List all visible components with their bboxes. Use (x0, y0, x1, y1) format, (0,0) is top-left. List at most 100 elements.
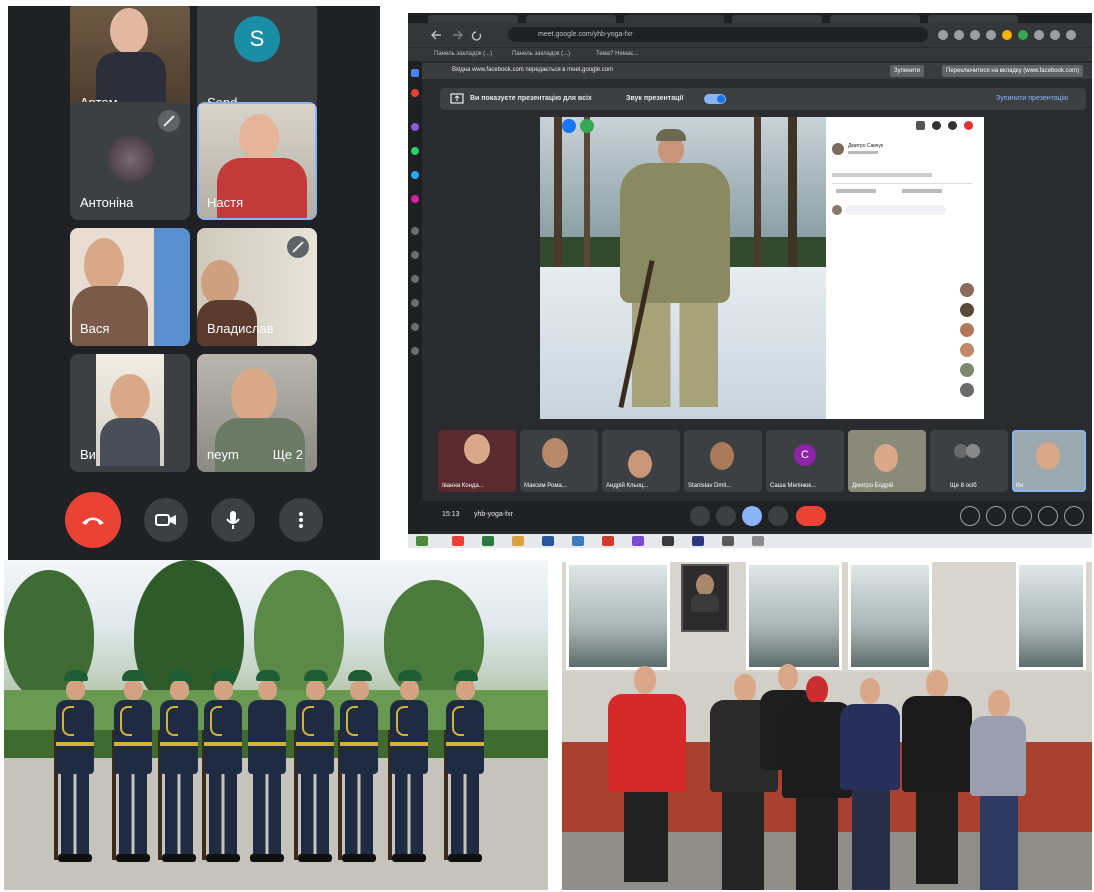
browser-tab[interactable] (624, 15, 724, 23)
taskbar-app-icon[interactable] (752, 536, 764, 546)
camera-button[interactable] (716, 506, 736, 526)
participant-thumbnail[interactable]: С Саша Мелінюк... (766, 430, 844, 492)
participant-body (72, 286, 148, 346)
portrait-face (696, 574, 714, 596)
more-participants-label[interactable]: Ще 2 (273, 447, 303, 462)
chat-icon[interactable] (1012, 506, 1032, 526)
present-button[interactable] (742, 506, 762, 526)
end-call-button[interactable] (65, 492, 121, 548)
taskbar-app-icon[interactable] (452, 536, 464, 546)
avatar (960, 363, 974, 377)
participant-name: Stanislav Dmit... (688, 483, 732, 489)
browser-tab[interactable] (428, 15, 518, 23)
post-reactions[interactable] (832, 173, 932, 177)
more-options-button[interactable] (768, 506, 788, 526)
participant-face (874, 444, 898, 472)
bookmark[interactable]: Панель закладок (...) (512, 51, 570, 57)
participant-thumbnail[interactable]: Максим Рома... (520, 430, 598, 492)
present-screen-icon (450, 93, 464, 104)
browser-tab[interactable] (928, 15, 1018, 23)
host-controls-icon[interactable] (1064, 506, 1084, 526)
participant-tile[interactable]: Вася (70, 228, 190, 346)
school-window (566, 562, 670, 670)
nav-arrows-icon[interactable] (430, 29, 490, 41)
taskbar-app-icon[interactable] (512, 536, 524, 546)
bookmark[interactable]: Тема? Немає... (596, 51, 638, 57)
url-field[interactable]: meet.google.com/yhb-yoga-fxr (508, 27, 928, 42)
desktop-meet-panel: meet.google.com/yhb-yoga-fxr Панель закл… (408, 13, 1092, 548)
participant-tile[interactable]: neym Ще 2 (197, 354, 317, 472)
participant-name: Антоніна (80, 195, 134, 210)
comment-button[interactable] (902, 189, 942, 193)
comment-input[interactable] (846, 205, 946, 215)
browser-toolbar-icons[interactable] (938, 30, 1078, 40)
like-button[interactable] (836, 189, 876, 193)
sidebar-app-icon[interactable] (411, 347, 419, 355)
browser-tab[interactable] (830, 15, 920, 23)
taskbar-app-icon[interactable] (482, 536, 494, 546)
stop-sharing-button[interactable]: Зупинити (890, 65, 924, 77)
info-icon[interactable] (960, 506, 980, 526)
avatar (966, 444, 980, 458)
tab-sharing-info-bar: Вхідна www.facebook.com передається в me… (422, 63, 1092, 79)
presentation-sound-toggle[interactable] (704, 94, 726, 104)
bookmark[interactable]: Панель закладок (...) (434, 51, 492, 57)
presentation-bar: Ви показуєте презентацію для всіх Звук п… (440, 88, 1086, 110)
participant-thumbnail[interactable]: Андрій Кльоц... (602, 430, 680, 492)
sidebar-app-icon[interactable] (411, 251, 419, 259)
switch-tab-button[interactable]: Переключитися на вкладку (www.facebook.c… (942, 65, 1083, 77)
activities-icon[interactable] (1038, 506, 1058, 526)
more-options-button[interactable] (279, 498, 323, 542)
browser-tab[interactable] (526, 15, 616, 23)
sidebar-app-icon[interactable] (411, 89, 419, 97)
sidebar-app-icon[interactable] (411, 323, 419, 331)
participant-tile[interactable]: Настя (197, 102, 317, 220)
avatar (960, 303, 974, 317)
taskbar-app-icon[interactable] (572, 536, 584, 546)
taskbar-app-icon[interactable] (602, 536, 614, 546)
participant-thumbnail[interactable]: Іванна Конда... (438, 430, 516, 492)
browser-tab[interactable] (732, 15, 822, 23)
facebook-icon[interactable] (562, 119, 576, 133)
taskbar-app-icon[interactable] (662, 536, 674, 546)
sidebar-app-icon[interactable] (411, 123, 419, 131)
whatsapp-icon[interactable] (411, 147, 419, 155)
taskbar-app-icon[interactable] (722, 536, 734, 546)
viber-icon[interactable] (632, 536, 644, 546)
taskbar-app-icon[interactable] (416, 536, 428, 546)
participant-face (110, 8, 148, 54)
people-icon[interactable] (986, 506, 1006, 526)
participant-thumbnail[interactable]: Stanislav Dmit... (684, 430, 762, 492)
telegram-icon[interactable] (411, 171, 419, 179)
participant-tile[interactable]: Антоніна (70, 102, 190, 220)
sidebar-app-icon[interactable] (411, 299, 419, 307)
fb-window-icons[interactable] (916, 121, 976, 131)
participant-tile[interactable]: Владислав (197, 228, 317, 346)
participant-thumbnail[interactable]: Ви (1012, 430, 1086, 492)
microphone-button[interactable] (211, 498, 255, 542)
word-icon[interactable] (542, 536, 554, 546)
participant-tile[interactable]: Ви (70, 354, 190, 472)
sidebar-app-icon[interactable] (411, 275, 419, 283)
sidebar-app-icon[interactable] (411, 69, 419, 77)
memorial-plaque (681, 564, 729, 632)
avatar: S (234, 16, 280, 62)
participant-name: Саша Мелінюк... (770, 483, 817, 489)
participant-face (628, 450, 652, 478)
participant-thumbnail[interactable]: Ще 8 осіб (930, 430, 1008, 492)
participant-name: Андрій Кльоц... (606, 483, 649, 489)
participant-face (110, 374, 150, 422)
instagram-icon[interactable] (411, 195, 419, 203)
sidebar-app-icon[interactable] (411, 227, 419, 235)
stop-presentation-link[interactable]: Зупинити презентацію (996, 95, 1068, 102)
guard-soldier (336, 670, 382, 870)
shared-icon[interactable] (580, 119, 594, 133)
participant-thumbnail[interactable]: Дмитро Бодрій (848, 430, 926, 492)
taskbar-app-icon[interactable] (692, 536, 704, 546)
participant-face (239, 114, 279, 162)
post-author[interactable]: Дмитро Савчук (848, 143, 883, 149)
guard-soldier (292, 670, 338, 870)
end-call-button[interactable] (796, 506, 826, 526)
camera-button[interactable] (144, 498, 188, 542)
microphone-button[interactable] (690, 506, 710, 526)
